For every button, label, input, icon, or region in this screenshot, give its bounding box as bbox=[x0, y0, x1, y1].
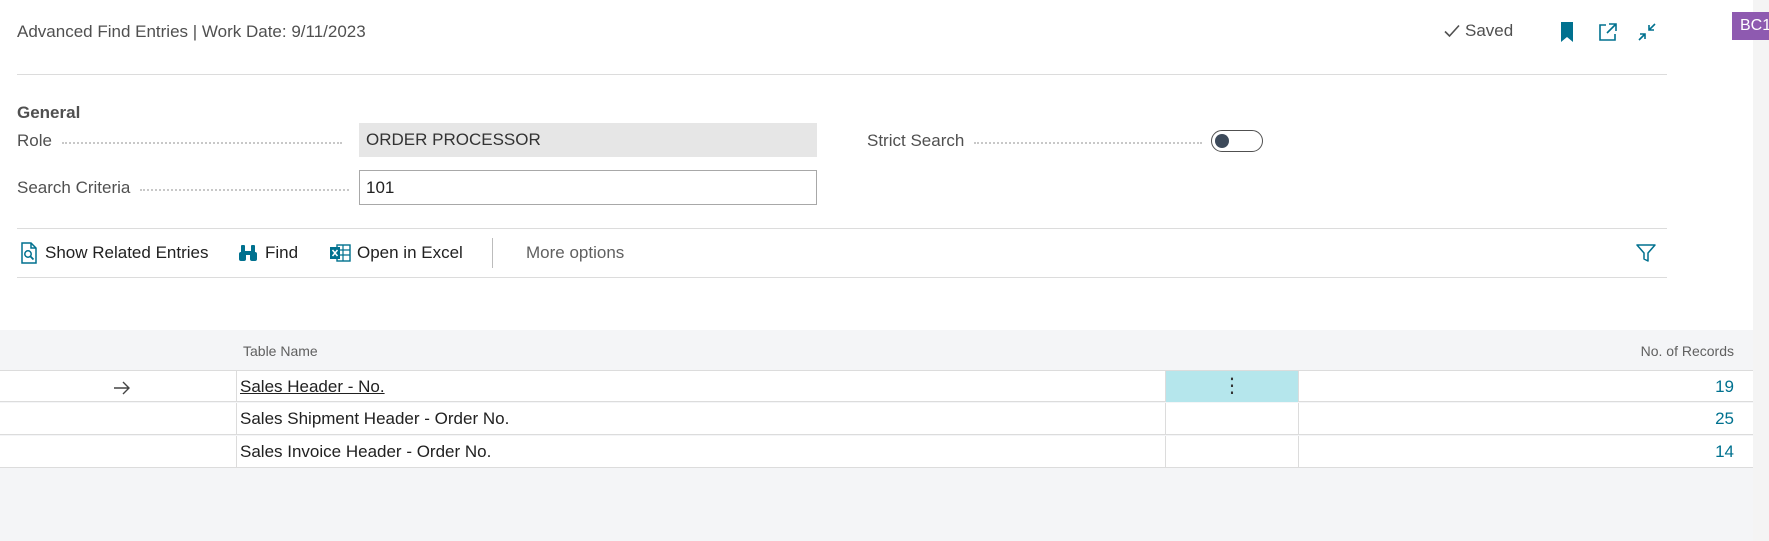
search-criteria-label-text: Search Criteria bbox=[17, 178, 131, 197]
bookmark-icon[interactable] bbox=[1555, 20, 1579, 44]
find-button[interactable]: Find bbox=[237, 228, 298, 278]
role-leader-dots bbox=[61, 142, 342, 144]
role-label: Role bbox=[17, 131, 342, 151]
table-name-cell[interactable]: Sales Shipment Header - Order No. bbox=[237, 403, 1166, 434]
row-actions-menu[interactable]: ⋮ bbox=[1166, 371, 1299, 402]
row-indicator bbox=[0, 403, 237, 434]
show-related-entries-button[interactable]: Show Related Entries bbox=[19, 228, 208, 278]
page: Advanced Find Entries | Work Date: 9/11/… bbox=[0, 0, 1753, 541]
collapse-icon[interactable] bbox=[1635, 20, 1659, 44]
row-indicator bbox=[0, 436, 237, 467]
toggle-knob bbox=[1215, 134, 1229, 148]
records-count-cell[interactable]: 14 bbox=[1299, 436, 1753, 467]
row-actions-cell[interactable] bbox=[1166, 403, 1299, 434]
strict-search-leader-dots bbox=[974, 142, 1203, 144]
open-in-excel-button[interactable]: Open in Excel bbox=[329, 228, 463, 278]
actionbar-bottom-divider bbox=[17, 277, 1667, 278]
general-group-title: General bbox=[17, 103, 81, 122]
header-divider bbox=[17, 74, 1667, 75]
open-in-excel-label: Open in Excel bbox=[357, 243, 463, 262]
records-count-cell[interactable]: 25 bbox=[1299, 403, 1753, 434]
saved-status: Saved bbox=[1443, 21, 1513, 41]
search-criteria-label: Search Criteria bbox=[17, 178, 350, 198]
action-separator bbox=[492, 238, 493, 268]
saved-label: Saved bbox=[1465, 21, 1514, 40]
row-indicator-arrow-icon bbox=[0, 371, 237, 402]
records-count-cell[interactable]: 19 bbox=[1299, 371, 1753, 402]
search-criteria-input[interactable]: 101 bbox=[359, 170, 817, 205]
document-search-icon bbox=[21, 242, 37, 264]
action-bar: Show Related Entries Find Open in Excel … bbox=[17, 228, 1667, 278]
find-label: Find bbox=[265, 243, 299, 262]
table-row[interactable]: Sales Shipment Header - Order No. 25 bbox=[0, 403, 1753, 435]
strict-search-label: Strict Search bbox=[867, 131, 1203, 151]
role-field: ORDER PROCESSOR bbox=[359, 123, 817, 157]
row-actions-cell[interactable] bbox=[1166, 436, 1299, 467]
table-name-cell[interactable]: Sales Invoice Header - Order No. bbox=[237, 436, 1166, 467]
page-title: Advanced Find Entries | Work Date: 9/11/… bbox=[17, 22, 366, 41]
show-related-entries-label: Show Related Entries bbox=[45, 243, 209, 262]
search-criteria-leader-dots bbox=[140, 189, 350, 191]
binoculars-icon bbox=[239, 245, 257, 261]
environment-badge: BC1 bbox=[1732, 12, 1769, 40]
role-label-text: Role bbox=[17, 131, 52, 150]
table-row[interactable]: Sales Invoice Header - Order No. 14 bbox=[0, 436, 1753, 468]
arrow-right-icon bbox=[114, 381, 130, 395]
vertical-scrollbar[interactable] bbox=[1753, 0, 1769, 541]
strict-search-toggle[interactable] bbox=[1211, 130, 1263, 152]
more-options-button[interactable]: More options bbox=[526, 228, 624, 278]
filter-icon[interactable] bbox=[1635, 242, 1657, 264]
table-name-cell[interactable]: Sales Header - No. bbox=[237, 371, 1166, 402]
column-header-no-of-records[interactable]: No. of Records bbox=[1534, 343, 1734, 359]
checkmark-icon bbox=[1444, 24, 1460, 38]
column-header-table-name[interactable]: Table Name bbox=[243, 343, 318, 359]
excel-icon bbox=[330, 244, 351, 262]
strict-search-label-text: Strict Search bbox=[867, 131, 965, 150]
table-row[interactable]: Sales Header - No. ⋮ 19 bbox=[0, 370, 1753, 402]
open-in-new-window-icon[interactable] bbox=[1596, 20, 1620, 44]
